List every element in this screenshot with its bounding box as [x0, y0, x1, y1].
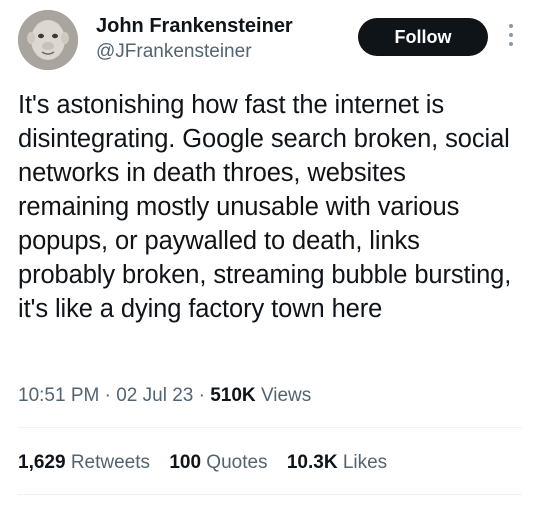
likes-count: 10.3K: [286, 452, 338, 473]
likes-label: Likes: [342, 452, 388, 473]
tweet-text: It's astonishing how fast the internet i…: [18, 91, 512, 323]
author-display-name[interactable]: John Frankensteiner: [96, 14, 293, 38]
more-dot: [509, 24, 513, 28]
tweet-card: John Frankensteiner @JFrankensteiner Fol…: [0, 0, 540, 507]
tweet-header: John Frankensteiner @JFrankensteiner Fol…: [18, 10, 522, 70]
more-vertical-icon[interactable]: [505, 22, 517, 52]
tweet-date[interactable]: 02 Jul 23: [116, 385, 193, 406]
author-handle[interactable]: @JFrankensteiner: [96, 40, 293, 64]
follow-button[interactable]: Follow: [358, 18, 488, 56]
retweets-stat[interactable]: 1,629 Retweets: [18, 450, 150, 476]
quotes-stat[interactable]: 100 Quotes: [169, 450, 267, 476]
retweets-label: Retweets: [70, 452, 151, 473]
tweet-stats: 1,629 Retweets 100 Quotes 10.3K Likes: [18, 450, 401, 476]
views-count[interactable]: 510K: [210, 385, 255, 406]
likes-stat[interactable]: 10.3K Likes: [287, 450, 387, 476]
meta-separator: ·: [104, 385, 111, 406]
more-dot: [509, 42, 513, 46]
author-names: John Frankensteiner @JFrankensteiner: [96, 14, 293, 64]
views-label[interactable]: Views: [261, 385, 311, 406]
more-dot: [509, 33, 513, 37]
quotes-label: Quotes: [206, 452, 268, 473]
meta-separator: ·: [198, 385, 205, 406]
divider: [18, 494, 522, 495]
quotes-count: 100: [169, 452, 202, 473]
retweets-count: 1,629: [18, 452, 66, 473]
avatar[interactable]: [18, 10, 78, 70]
tweet-meta: 10:51 PM · 02 Jul 23 · 510K Views: [18, 383, 311, 409]
tweet-time[interactable]: 10:51 PM: [18, 385, 99, 406]
divider: [18, 427, 522, 428]
avatar-image: [18, 10, 78, 70]
